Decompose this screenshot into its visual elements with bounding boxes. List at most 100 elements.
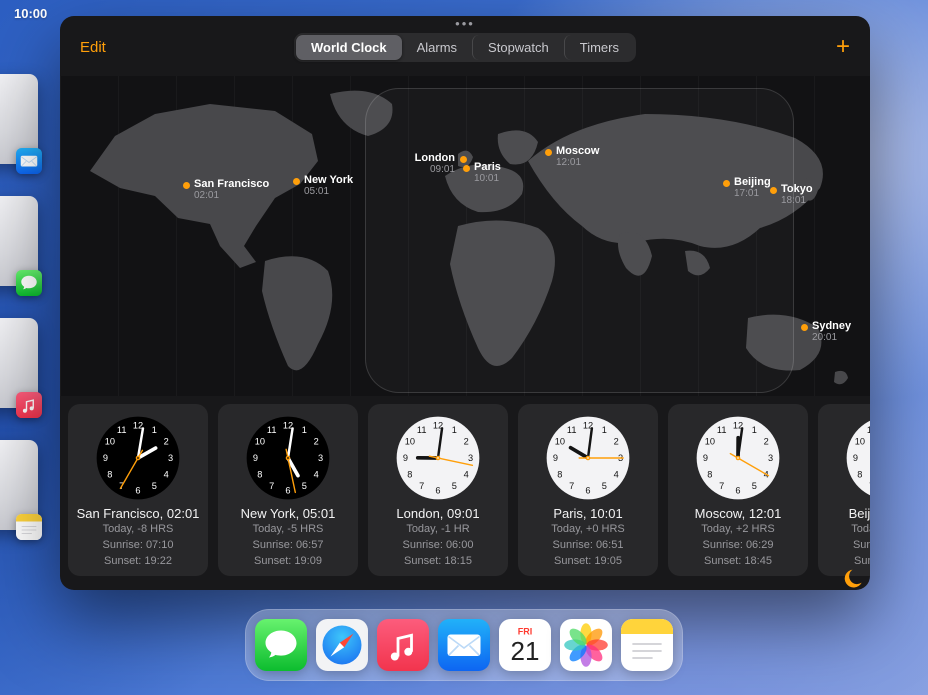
city-name: Paris <box>474 161 501 173</box>
city-time: 12:01 <box>556 157 599 169</box>
card-sunset: Sunset: 18:45 <box>668 553 808 569</box>
city-name: New York <box>304 174 353 186</box>
city-time: 10:01 <box>474 173 501 185</box>
svg-text:9: 9 <box>853 453 858 463</box>
card-offset: Today, -1 HR <box>368 521 508 537</box>
svg-text:1: 1 <box>152 425 157 435</box>
svg-text:5: 5 <box>302 481 307 491</box>
svg-text:5: 5 <box>452 481 457 491</box>
analog-clock: 123456789101112 <box>844 414 870 502</box>
svg-text:1: 1 <box>452 425 457 435</box>
clock-card-london[interactable]: 123456789101112London, 09:01Today, -1 HR… <box>368 404 508 576</box>
card-sunrise: Sunrise: 06:51 <box>518 537 658 553</box>
dock-notes-icon[interactable] <box>621 619 673 671</box>
svg-text:2: 2 <box>164 437 169 447</box>
svg-text:6: 6 <box>585 486 590 496</box>
dock-messages-icon[interactable] <box>255 619 307 671</box>
tab-alarms[interactable]: Alarms <box>402 35 472 60</box>
city-name: Tokyo <box>781 183 813 195</box>
city-time: 18:01 <box>781 195 813 207</box>
svg-text:10: 10 <box>705 437 715 447</box>
dock-music-icon[interactable] <box>377 619 429 671</box>
card-city-time: San Francisco, 02:01 <box>68 506 208 521</box>
svg-text:3: 3 <box>168 453 173 463</box>
svg-text:10: 10 <box>555 437 565 447</box>
music-app-icon <box>16 392 42 418</box>
tab-timers[interactable]: Timers <box>564 35 634 60</box>
svg-text:9: 9 <box>403 453 408 463</box>
svg-text:9: 9 <box>553 453 558 463</box>
tab-bar: World ClockAlarmsStopwatchTimers <box>294 33 636 62</box>
stage-thumbnail-notes[interactable] <box>0 440 50 536</box>
card-offset: Today, +2 HRS <box>668 521 808 537</box>
clock-card-new-york[interactable]: 123456789101112New York, 05:01Today, -5 … <box>218 404 358 576</box>
card-offset: Today, +7 HRS <box>818 521 870 537</box>
svg-text:11: 11 <box>267 425 277 435</box>
svg-text:8: 8 <box>107 469 112 479</box>
card-sunrise: Sunrise: 06:00 <box>368 537 508 553</box>
mail-app-icon <box>16 148 42 174</box>
card-city-time: Moscow, 12:01 <box>668 506 808 521</box>
dock-mail-icon[interactable] <box>438 619 490 671</box>
city-time: 09:01 <box>430 164 455 176</box>
dock-photos-icon[interactable] <box>560 619 612 671</box>
stage-thumbnail-mail[interactable] <box>0 74 50 170</box>
svg-text:8: 8 <box>857 469 862 479</box>
status-bar-time: 10:00 <box>14 6 47 21</box>
svg-text:10: 10 <box>255 437 265 447</box>
edit-button[interactable]: Edit <box>78 35 108 60</box>
svg-text:3: 3 <box>318 453 323 463</box>
clock-card-san-francisco[interactable]: 123456789101112San Francisco, 02:01Today… <box>68 404 208 576</box>
tab-world-clock[interactable]: World Clock <box>296 35 402 60</box>
clock-app-window: ••• Edit World ClockAlarmsStopwatchTimer… <box>60 16 870 590</box>
dock-calendar-icon[interactable]: FRI21 <box>499 619 551 671</box>
city-marker-dot <box>463 165 470 172</box>
svg-text:11: 11 <box>867 425 870 435</box>
crescent-moon-icon <box>843 569 863 589</box>
card-city-time: New York, 05:01 <box>218 506 358 521</box>
tab-stopwatch[interactable]: Stopwatch <box>472 35 564 60</box>
stage-thumbnail-messages[interactable] <box>0 196 50 292</box>
city-marker-dot <box>801 324 808 331</box>
city-name: Moscow <box>556 145 599 157</box>
add-city-button[interactable]: + <box>834 36 852 58</box>
card-sunrise: Sunrise: 07:10 <box>68 537 208 553</box>
svg-text:9: 9 <box>253 453 258 463</box>
clock-cards-row: 123456789101112San Francisco, 02:01Today… <box>60 396 870 576</box>
svg-text:11: 11 <box>567 425 577 435</box>
analog-clock: 123456789101112 <box>694 414 782 502</box>
svg-text:9: 9 <box>103 453 108 463</box>
svg-text:6: 6 <box>435 486 440 496</box>
svg-text:10: 10 <box>405 437 415 447</box>
city-marker-dot <box>545 149 552 156</box>
clock-card-beijing[interactable]: 123456789101112Beijing, 17:01Today, +7 H… <box>818 404 870 576</box>
svg-text:10: 10 <box>105 437 115 447</box>
svg-text:2: 2 <box>764 437 769 447</box>
dock-safari-icon[interactable] <box>316 619 368 671</box>
city-marker-dot <box>293 178 300 185</box>
card-sunrise: Sunrise: 06:11 <box>818 537 870 553</box>
analog-clock: 123456789101112 <box>544 414 632 502</box>
svg-text:7: 7 <box>269 481 274 491</box>
svg-text:11: 11 <box>717 425 727 435</box>
city-time: 17:01 <box>734 188 771 200</box>
svg-text:11: 11 <box>417 425 427 435</box>
svg-text:1: 1 <box>602 425 607 435</box>
svg-text:10: 10 <box>855 437 865 447</box>
window-handle[interactable]: ••• <box>455 19 475 29</box>
svg-text:8: 8 <box>557 469 562 479</box>
svg-text:FRI: FRI <box>518 627 533 637</box>
card-sunset: Sunset: 19:09 <box>218 553 358 569</box>
svg-text:4: 4 <box>164 469 169 479</box>
stage-thumbnail-music[interactable] <box>0 318 50 414</box>
clock-card-moscow[interactable]: 123456789101112Moscow, 12:01Today, +2 HR… <box>668 404 808 576</box>
svg-text:6: 6 <box>285 486 290 496</box>
svg-text:3: 3 <box>768 453 773 463</box>
svg-text:4: 4 <box>464 469 469 479</box>
svg-text:5: 5 <box>752 481 757 491</box>
stage-manager-strip <box>0 74 50 536</box>
clock-card-paris[interactable]: 123456789101112Paris, 10:01Today, +0 HRS… <box>518 404 658 576</box>
city-marker-dot <box>183 182 190 189</box>
dock: FRI21 <box>245 609 683 681</box>
notes-app-icon <box>16 514 42 540</box>
